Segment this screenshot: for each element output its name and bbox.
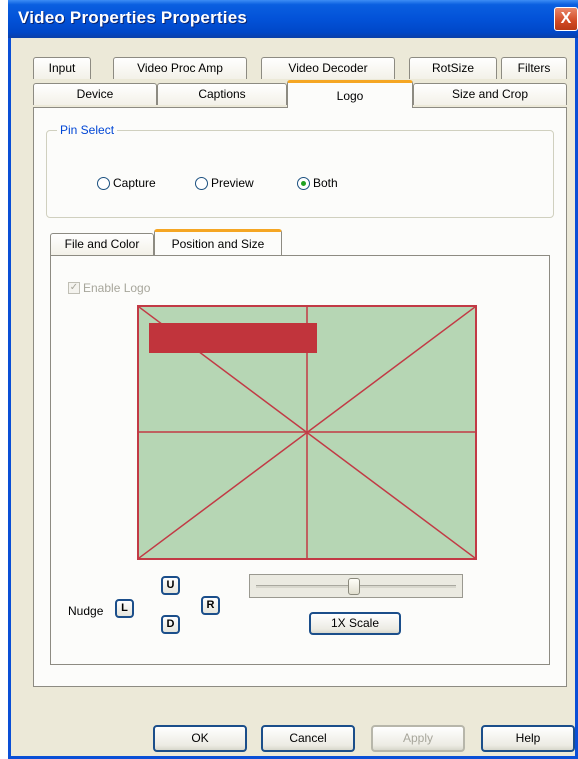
tab-video-proc-amp[interactable]: Video Proc Amp	[113, 57, 247, 79]
nudge-label: Nudge	[68, 604, 104, 618]
radio-capture-icon[interactable]	[97, 176, 110, 190]
scale-button[interactable]: 1X Scale	[309, 612, 401, 635]
radio-both-icon[interactable]	[297, 176, 310, 190]
enable-logo-checkbox[interactable]: ✓ Enable Logo	[68, 281, 150, 295]
logo-tab-panel: Pin Select Capture Preview Both File and…	[33, 107, 567, 687]
tab-logo[interactable]: Logo	[287, 80, 413, 108]
radio-capture-label: Capture	[113, 176, 156, 190]
tab-size-and-crop[interactable]: Size and Crop	[413, 83, 567, 105]
radio-preview-icon[interactable]	[195, 176, 208, 190]
cancel-button[interactable]: Cancel	[261, 725, 355, 752]
title-bar[interactable]: Video Properties Properties X	[8, 0, 578, 38]
scale-slider[interactable]	[249, 574, 463, 598]
radio-both-label: Both	[313, 176, 338, 190]
pin-select-label: Pin Select	[57, 123, 118, 137]
tab-device[interactable]: Device	[33, 83, 157, 105]
properties-window: Video Properties Properties X Input Vide…	[8, 0, 578, 759]
subtab-position-and-size[interactable]: Position and Size	[154, 229, 282, 255]
tab-rotsize[interactable]: RotSize	[409, 57, 497, 79]
nudge-up-button[interactable]: U	[161, 576, 180, 595]
checkmark-icon[interactable]: ✓	[68, 282, 80, 294]
tab-filters[interactable]: Filters	[501, 57, 567, 79]
ok-button[interactable]: OK	[153, 725, 247, 752]
logo-placement-box[interactable]	[149, 323, 317, 353]
close-button[interactable]: X	[554, 7, 578, 31]
pin-select-group: Pin Select Capture Preview Both	[46, 123, 554, 218]
radio-capture[interactable]: Capture	[97, 176, 156, 190]
nudge-left-button[interactable]: L	[115, 599, 134, 618]
position-size-panel: ✓ Enable Logo Nudge L U D R 1X Scale	[50, 255, 550, 665]
nudge-down-button[interactable]: D	[161, 615, 180, 634]
radio-preview[interactable]: Preview	[195, 176, 254, 190]
help-button[interactable]: Help	[481, 725, 575, 752]
slider-thumb[interactable]	[348, 578, 360, 595]
nudge-right-button[interactable]: R	[201, 596, 220, 615]
subtab-file-and-color[interactable]: File and Color	[50, 233, 154, 255]
window-title: Video Properties Properties	[18, 8, 247, 27]
radio-preview-label: Preview	[211, 176, 254, 190]
enable-logo-label: Enable Logo	[83, 281, 151, 295]
tab-video-decoder[interactable]: Video Decoder	[261, 57, 395, 79]
radio-both[interactable]: Both	[297, 176, 338, 190]
apply-button[interactable]: Apply	[371, 725, 465, 752]
logo-position-canvas[interactable]	[137, 305, 477, 560]
tab-input[interactable]: Input	[33, 57, 91, 79]
tab-captions[interactable]: Captions	[157, 83, 287, 105]
